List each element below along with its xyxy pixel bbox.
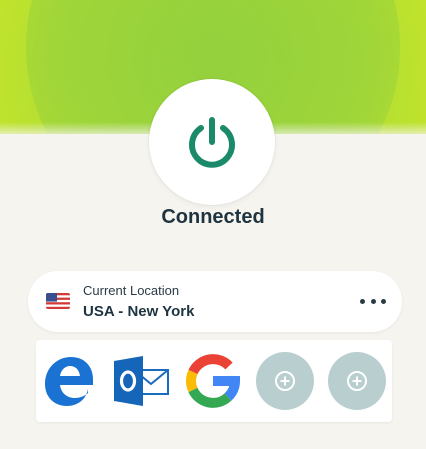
more-dot-icon — [360, 298, 365, 304]
shortcut-outlook[interactable] — [112, 352, 170, 410]
shortcut-google[interactable] — [184, 352, 242, 410]
us-flag-icon — [46, 293, 70, 309]
power-button[interactable] — [149, 79, 275, 205]
location-caption: Current Location — [83, 283, 180, 298]
more-dot-icon — [381, 298, 386, 304]
current-location-card[interactable]: Current Location USA - New York — [28, 271, 402, 332]
shortcut-edge[interactable] — [40, 352, 98, 410]
edge-icon — [45, 357, 93, 406]
more-options-button[interactable] — [360, 291, 386, 311]
google-icon — [186, 354, 241, 408]
add-shortcut-button[interactable] — [328, 352, 386, 410]
shortcuts-bar — [36, 340, 392, 422]
plus-circle-icon — [275, 371, 295, 391]
more-dot-icon — [370, 298, 376, 304]
add-shortcut-button[interactable] — [256, 352, 314, 410]
connection-status: Connected — [161, 206, 265, 228]
outlook-icon — [114, 356, 169, 406]
power-icon — [189, 117, 235, 168]
location-name: USA - New York — [83, 303, 195, 320]
plus-circle-icon — [347, 371, 367, 391]
